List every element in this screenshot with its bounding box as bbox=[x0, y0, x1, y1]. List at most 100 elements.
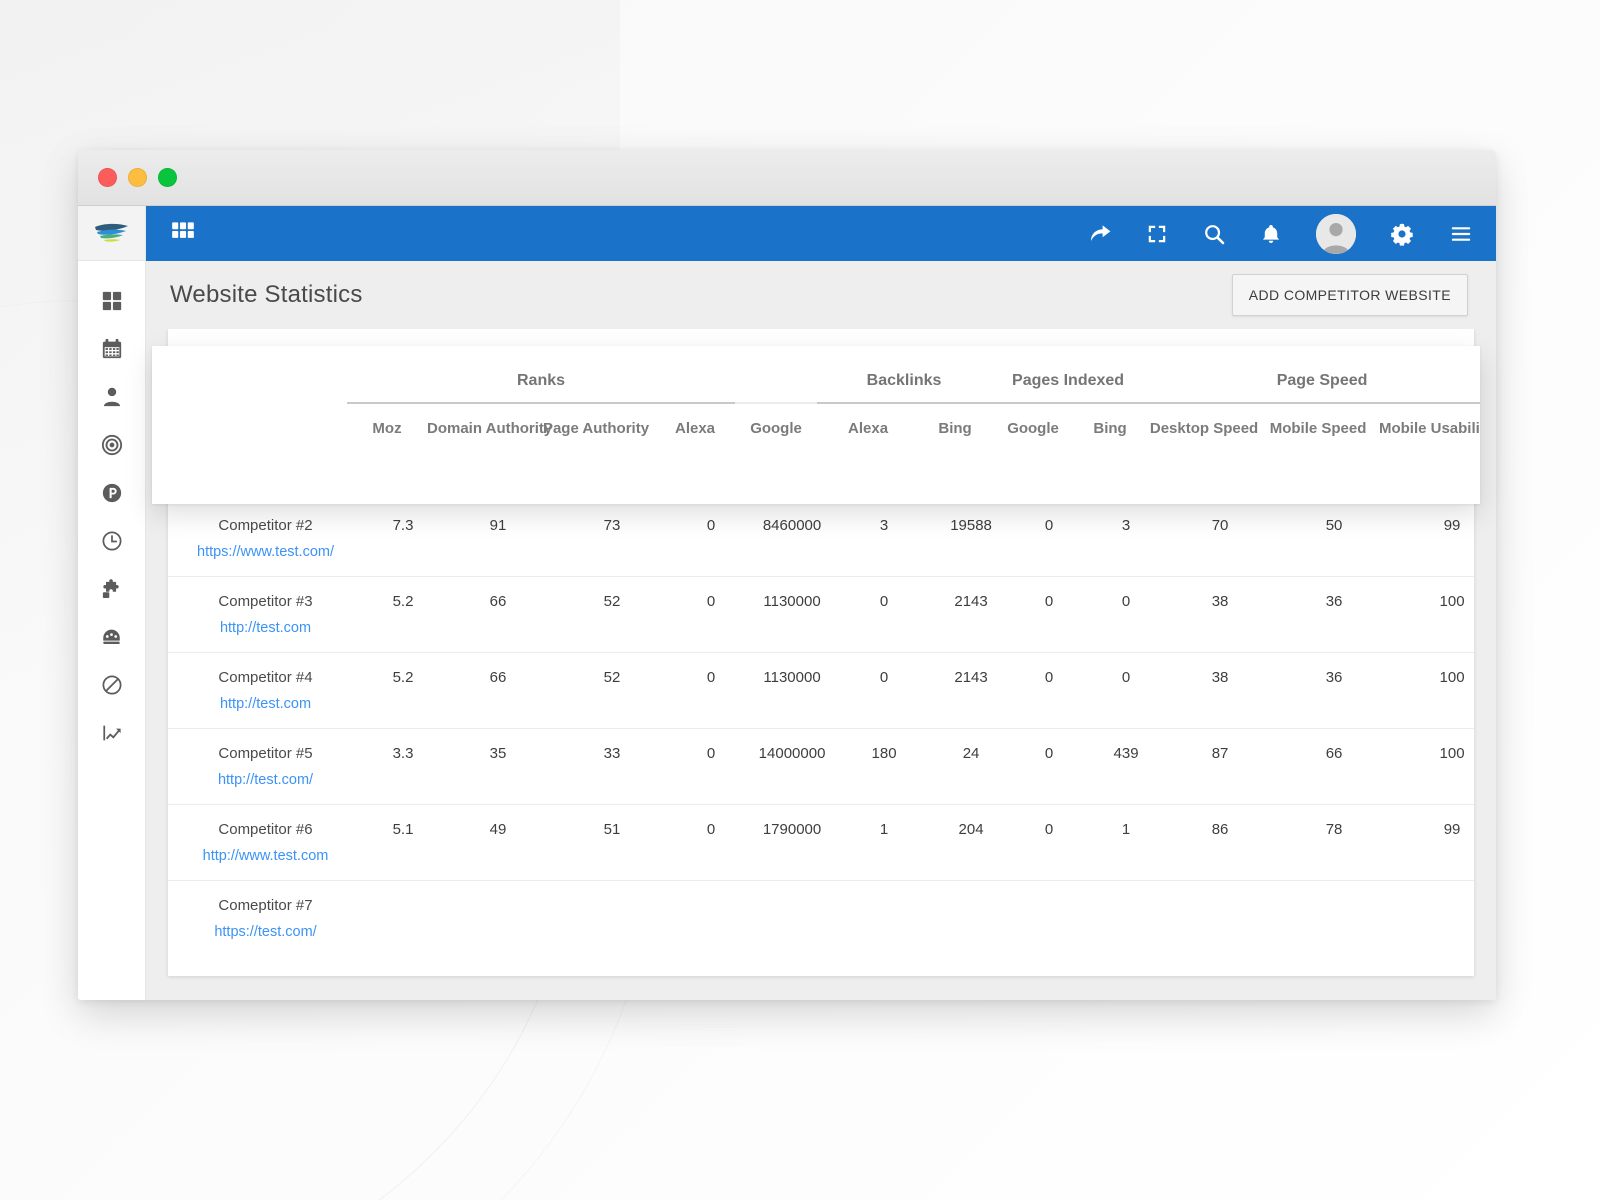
screenshot-stage: Website Statistics ADD COMPETITOR WEBSIT… bbox=[0, 0, 1600, 1200]
metric-cell: 0 bbox=[671, 728, 752, 805]
floating-group-ranks-spacer bbox=[735, 346, 818, 404]
floating-col-mobile-speed[interactable]: Mobile Speed bbox=[1263, 403, 1373, 445]
metric-cell: 0 bbox=[671, 576, 752, 653]
metric-cell bbox=[1279, 880, 1390, 956]
avatar-person-icon bbox=[1316, 213, 1356, 254]
floating-col-domain-authority[interactable]: Domain Authority bbox=[427, 403, 552, 445]
sidebar-item-integrations[interactable] bbox=[78, 565, 145, 613]
floating-col-backlinks-bing[interactable]: Bing bbox=[919, 403, 991, 445]
table-row[interactable]: Competitor #2 https://www.test.com/7.3 91 7… bbox=[168, 500, 1474, 577]
floating-col-website[interactable] bbox=[152, 403, 347, 445]
sidebar-item-trends[interactable] bbox=[78, 709, 145, 757]
metric-cell: 0 bbox=[1091, 576, 1162, 653]
metric-cell bbox=[833, 880, 936, 956]
speedometer-icon bbox=[103, 629, 120, 644]
metric-cell: 66 bbox=[443, 576, 553, 653]
brand-logo[interactable] bbox=[78, 206, 145, 261]
sidebar-item-blocked[interactable] bbox=[78, 661, 145, 709]
minimize-window-button[interactable] bbox=[128, 168, 147, 187]
metric-cell: 91 bbox=[443, 500, 553, 577]
floating-group-backlinks: Backlinks bbox=[817, 346, 992, 404]
metric-cell: 36 bbox=[1279, 576, 1390, 653]
competitor-url-link[interactable]: https://www.test.com/ bbox=[168, 544, 363, 560]
competitor-url-link[interactable]: http://test.com bbox=[168, 696, 363, 712]
metric-cell: 1 bbox=[1091, 804, 1162, 881]
metric-cell: 8460000 bbox=[751, 500, 834, 577]
metric-cell: 38 bbox=[1161, 576, 1280, 653]
page-title: Website Statistics bbox=[170, 281, 363, 308]
competitor-url-link[interactable]: http://www.test.com bbox=[168, 848, 363, 864]
floating-group-page-speed: Page Speed bbox=[1145, 346, 1480, 404]
competitor-cell: Competitor #5 http://test.com/ bbox=[168, 728, 363, 805]
metric-cell: 1790000 bbox=[751, 804, 834, 881]
table-row[interactable]: Competitor #3 http://test.com 5.2 66 52 0 1130… bbox=[168, 576, 1474, 653]
metric-cell bbox=[935, 880, 1008, 956]
sidebar-item-performance[interactable] bbox=[78, 613, 145, 661]
sidebar-item-profile[interactable] bbox=[78, 373, 145, 421]
competitor-url-link[interactable]: http://test.com bbox=[168, 620, 363, 636]
search-icon[interactable] bbox=[1202, 222, 1226, 246]
floating-col-page-authority[interactable]: Page Authority bbox=[537, 403, 655, 445]
grid-icon bbox=[102, 291, 121, 311]
avatar[interactable] bbox=[1316, 213, 1356, 254]
competitor-cell: Competitor #4 http://test.com bbox=[168, 652, 363, 729]
grid-apps-icon[interactable] bbox=[170, 218, 196, 249]
content-column: Website Statistics ADD COMPETITOR WEBSIT… bbox=[146, 206, 1496, 1000]
add-competitor-website-button[interactable]: ADD COMPETITOR WEBSITE bbox=[1231, 274, 1468, 316]
competitor-url-link[interactable]: http://test.com/ bbox=[168, 772, 363, 788]
ban-icon bbox=[102, 675, 121, 695]
competitor-cell: Competitor #3 http://test.com bbox=[168, 576, 363, 653]
metric-cell: 0 bbox=[1007, 804, 1092, 881]
metric-cell bbox=[443, 880, 553, 956]
floating-column-header-row: Moz Domain Authority Page Authority Alex… bbox=[152, 403, 1480, 445]
table-row[interactable]: Comeptitor #7 https://test.com/ bbox=[168, 880, 1474, 956]
floating-col-moz[interactable]: Moz bbox=[347, 403, 427, 445]
metric-cell: 100 bbox=[1389, 576, 1474, 653]
table-row[interactable]: Competitor #4 http://test.com 5.2 66 52 0 1130… bbox=[168, 652, 1474, 729]
metric-cell: 87 bbox=[1161, 728, 1280, 805]
floating-col-backlinks-alexa[interactable]: Alexa bbox=[817, 403, 919, 445]
metric-cell: 51 bbox=[553, 804, 671, 881]
floating-col-ranks-google[interactable]: Google bbox=[735, 403, 817, 445]
metric-cell: 14000000 bbox=[751, 728, 834, 805]
metric-cell: 0 bbox=[671, 804, 752, 881]
sidebar-item-targets[interactable] bbox=[78, 421, 145, 469]
metric-cell: 0 bbox=[671, 500, 752, 577]
competitor-url-link[interactable]: https://test.com/ bbox=[168, 924, 363, 940]
settings-gear-icon[interactable] bbox=[1390, 222, 1414, 246]
sidebar-item-dashboard[interactable] bbox=[78, 277, 145, 325]
table-row[interactable]: Competitor #5 http://test.com/3.3 35 33 0 140… bbox=[168, 728, 1474, 805]
sidebar-item-history[interactable] bbox=[78, 517, 145, 565]
floating-col-pages-bing[interactable]: Bing bbox=[1075, 403, 1145, 445]
floating-col-mobile-usability[interactable]: Mobile Usability bbox=[1373, 403, 1480, 445]
table-row[interactable]: Competitor #6 http://www.test.com 5.1 49 51 0… bbox=[168, 804, 1474, 881]
floating-table-header: Ranks Backlinks Pages Indexed Page Speed… bbox=[152, 346, 1480, 504]
metric-cell bbox=[363, 880, 443, 956]
floating-col-ranks-alexa[interactable]: Alexa bbox=[655, 403, 735, 445]
window-controls bbox=[98, 168, 177, 187]
metric-cell: 3.3 bbox=[363, 728, 443, 805]
window-titlebar bbox=[78, 150, 1496, 206]
metric-cell: 0 bbox=[1007, 500, 1092, 577]
floating-col-desktop-speed[interactable]: Desktop Speed bbox=[1145, 403, 1263, 445]
close-window-button[interactable] bbox=[98, 168, 117, 187]
hamburger-menu-icon[interactable] bbox=[1448, 223, 1474, 245]
metric-cell: 100 bbox=[1389, 728, 1474, 805]
calendar-icon bbox=[102, 338, 121, 359]
metric-cell: 1130000 bbox=[751, 652, 834, 729]
sidebar-item-calendar[interactable] bbox=[78, 325, 145, 373]
share-icon[interactable] bbox=[1088, 222, 1112, 246]
page-header: Website Statistics ADD COMPETITOR WEBSIT… bbox=[146, 261, 1496, 329]
metric-cell: 78 bbox=[1279, 804, 1390, 881]
metric-cell: 180 bbox=[833, 728, 936, 805]
notifications-bell-icon[interactable] bbox=[1260, 222, 1282, 246]
target-icon bbox=[101, 434, 122, 456]
metric-cell: 24 bbox=[935, 728, 1008, 805]
floating-col-pages-google[interactable]: Google bbox=[991, 403, 1075, 445]
fullscreen-icon[interactable] bbox=[1146, 223, 1168, 245]
competitor-cell: Comeptitor #7 https://test.com/ bbox=[168, 880, 363, 956]
metric-cell: 5.1 bbox=[363, 804, 443, 881]
sidebar-item-parking[interactable] bbox=[78, 469, 145, 517]
metric-cell: 19588 bbox=[935, 500, 1008, 577]
maximize-window-button[interactable] bbox=[158, 168, 177, 187]
